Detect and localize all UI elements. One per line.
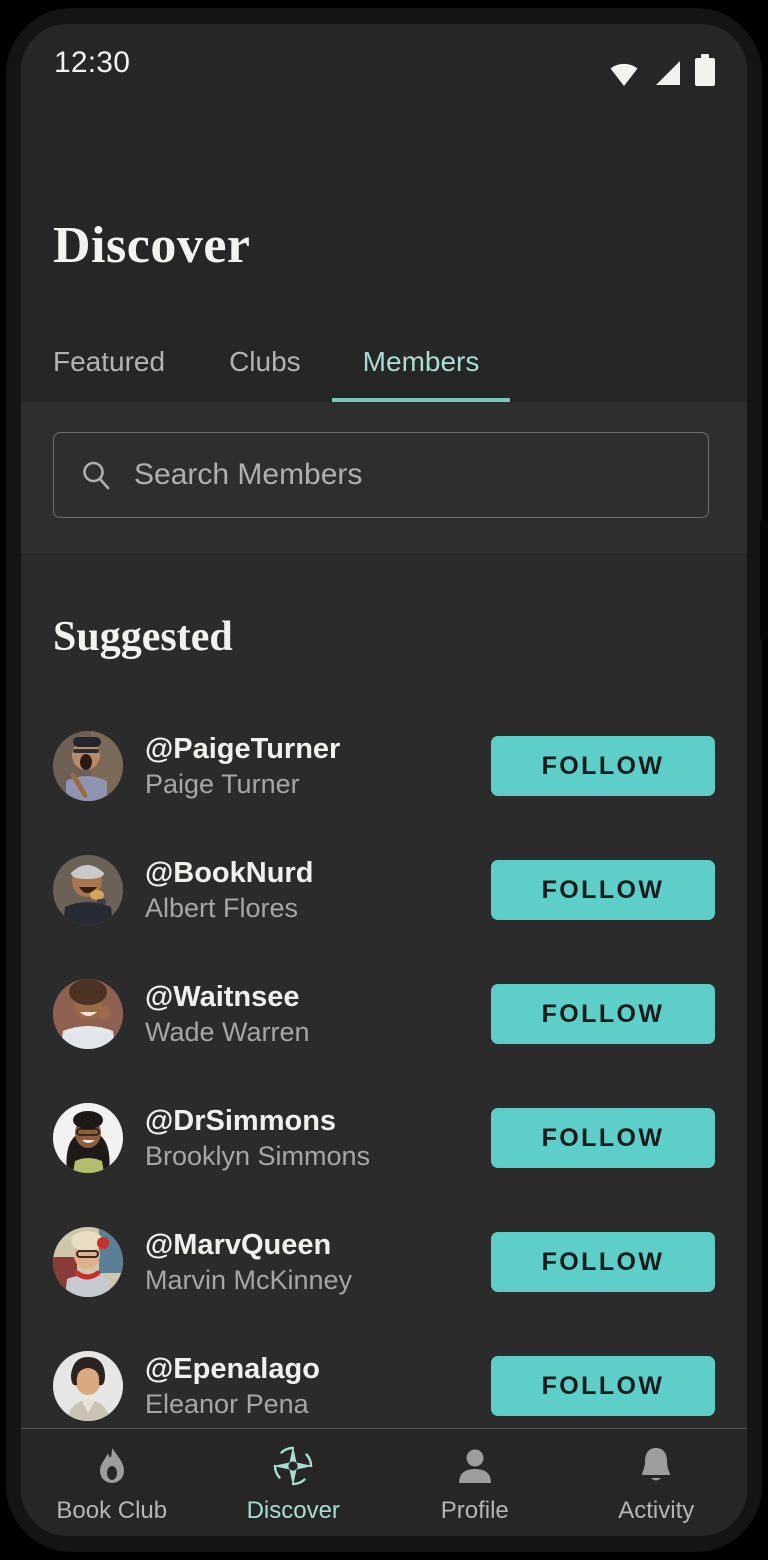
member-text: @Epenalago Eleanor Pena	[145, 1352, 491, 1421]
list-item[interactable]: @PaigeTurner Paige Turner FOLLOW	[21, 704, 747, 828]
list-item[interactable]: @Waitnsee Wade Warren FOLLOW	[21, 952, 747, 1076]
power-button[interactable]	[760, 520, 768, 640]
avatar	[53, 731, 123, 801]
tab-clubs-label: Clubs	[229, 346, 301, 377]
member-name: Marvin McKinney	[145, 1264, 353, 1295]
follow-button[interactable]: FOLLOW	[491, 984, 715, 1044]
nav-label: Profile	[440, 1496, 509, 1524]
member-text: @Waitnsee Wade Warren	[145, 980, 491, 1049]
member-name: Albert Flores	[145, 892, 299, 923]
avatar	[53, 1227, 123, 1297]
follow-button[interactable]: FOLLOW	[491, 736, 715, 796]
tab-featured[interactable]: Featured	[53, 316, 198, 402]
wifi-icon	[609, 60, 639, 86]
member-handle: @Epenalago	[145, 1352, 320, 1385]
flame-icon	[91, 1445, 133, 1487]
nav-label: Discover	[246, 1496, 340, 1524]
status-bar: 12:30	[21, 24, 747, 120]
tab-members[interactable]: Members	[331, 316, 511, 402]
avatar	[53, 1351, 123, 1421]
member-text: @MarvQueen Marvin McKinney	[145, 1228, 491, 1297]
tab-clubs[interactable]: Clubs	[198, 316, 332, 402]
battery-icon	[695, 54, 715, 86]
follow-button[interactable]: FOLLOW	[491, 1232, 715, 1292]
follow-button[interactable]: FOLLOW	[491, 1356, 715, 1416]
list-item[interactable]: @MarvQueen Marvin McKinney FOLLOW	[21, 1200, 747, 1324]
list-item[interactable]: @BookNurd Albert Flores FOLLOW	[21, 828, 747, 952]
phone-frame: 12:30 Discover Featured Clubs Members Se…	[0, 0, 768, 1560]
member-handle: @PaigeTurner	[145, 732, 341, 765]
cellular-signal-icon	[653, 60, 681, 86]
bottom-navigation: Book Club Discover Profile Activity	[21, 1428, 747, 1536]
search-section	[21, 402, 747, 555]
member-handle: @BookNurd	[145, 856, 314, 889]
list-item[interactable]: @DrSimmons Brooklyn Simmons FOLLOW	[21, 1076, 747, 1200]
bell-icon	[635, 1445, 677, 1487]
follow-button[interactable]: FOLLOW	[491, 1108, 715, 1168]
nav-item-discover[interactable]: Discover	[203, 1429, 385, 1536]
member-list: @PaigeTurner Paige Turner FOLLOW @BookNu…	[21, 704, 747, 1428]
nav-label: Activity	[618, 1496, 695, 1524]
member-text: @PaigeTurner Paige Turner	[145, 732, 491, 801]
section-title: Suggested	[53, 614, 233, 660]
phone-screen: 12:30 Discover Featured Clubs Members Se…	[21, 24, 747, 1536]
member-handle: @DrSimmons	[145, 1104, 337, 1137]
nav-item-book-club[interactable]: Book Club	[21, 1429, 203, 1536]
search-box[interactable]	[53, 432, 709, 518]
member-handle: @Waitnsee	[145, 980, 300, 1013]
page-header: Discover Featured Clubs Members	[21, 120, 747, 402]
member-name: Brooklyn Simmons	[145, 1140, 371, 1171]
tab-members-label: Members	[362, 346, 480, 377]
follow-button[interactable]: FOLLOW	[491, 860, 715, 920]
member-name: Paige Turner	[145, 768, 300, 799]
member-text: @BookNurd Albert Flores	[145, 856, 491, 925]
nav-item-activity[interactable]: Activity	[566, 1429, 748, 1536]
avatar	[53, 855, 123, 925]
status-time: 12:30	[54, 46, 131, 79]
tab-featured-label: Featured	[53, 346, 166, 377]
status-icons	[609, 52, 715, 86]
suggested-section: Suggested @PaigeTurner Paige Turner FOLL…	[21, 556, 747, 1428]
member-text: @DrSimmons Brooklyn Simmons	[145, 1104, 491, 1173]
member-name: Wade Warren	[145, 1016, 310, 1047]
search-input[interactable]	[134, 458, 682, 492]
page-title: Discover	[53, 217, 251, 274]
avatar	[53, 979, 123, 1049]
member-name: Eleanor Pena	[145, 1388, 309, 1419]
nav-label: Book Club	[56, 1496, 168, 1524]
person-icon	[454, 1445, 496, 1487]
compass-icon	[272, 1445, 314, 1487]
nav-item-profile[interactable]: Profile	[384, 1429, 566, 1536]
list-item[interactable]: @Epenalago Eleanor Pena FOLLOW	[21, 1324, 747, 1428]
tab-bar: Featured Clubs Members	[21, 316, 747, 402]
search-icon	[80, 459, 112, 491]
avatar	[53, 1103, 123, 1173]
member-handle: @MarvQueen	[145, 1228, 332, 1261]
